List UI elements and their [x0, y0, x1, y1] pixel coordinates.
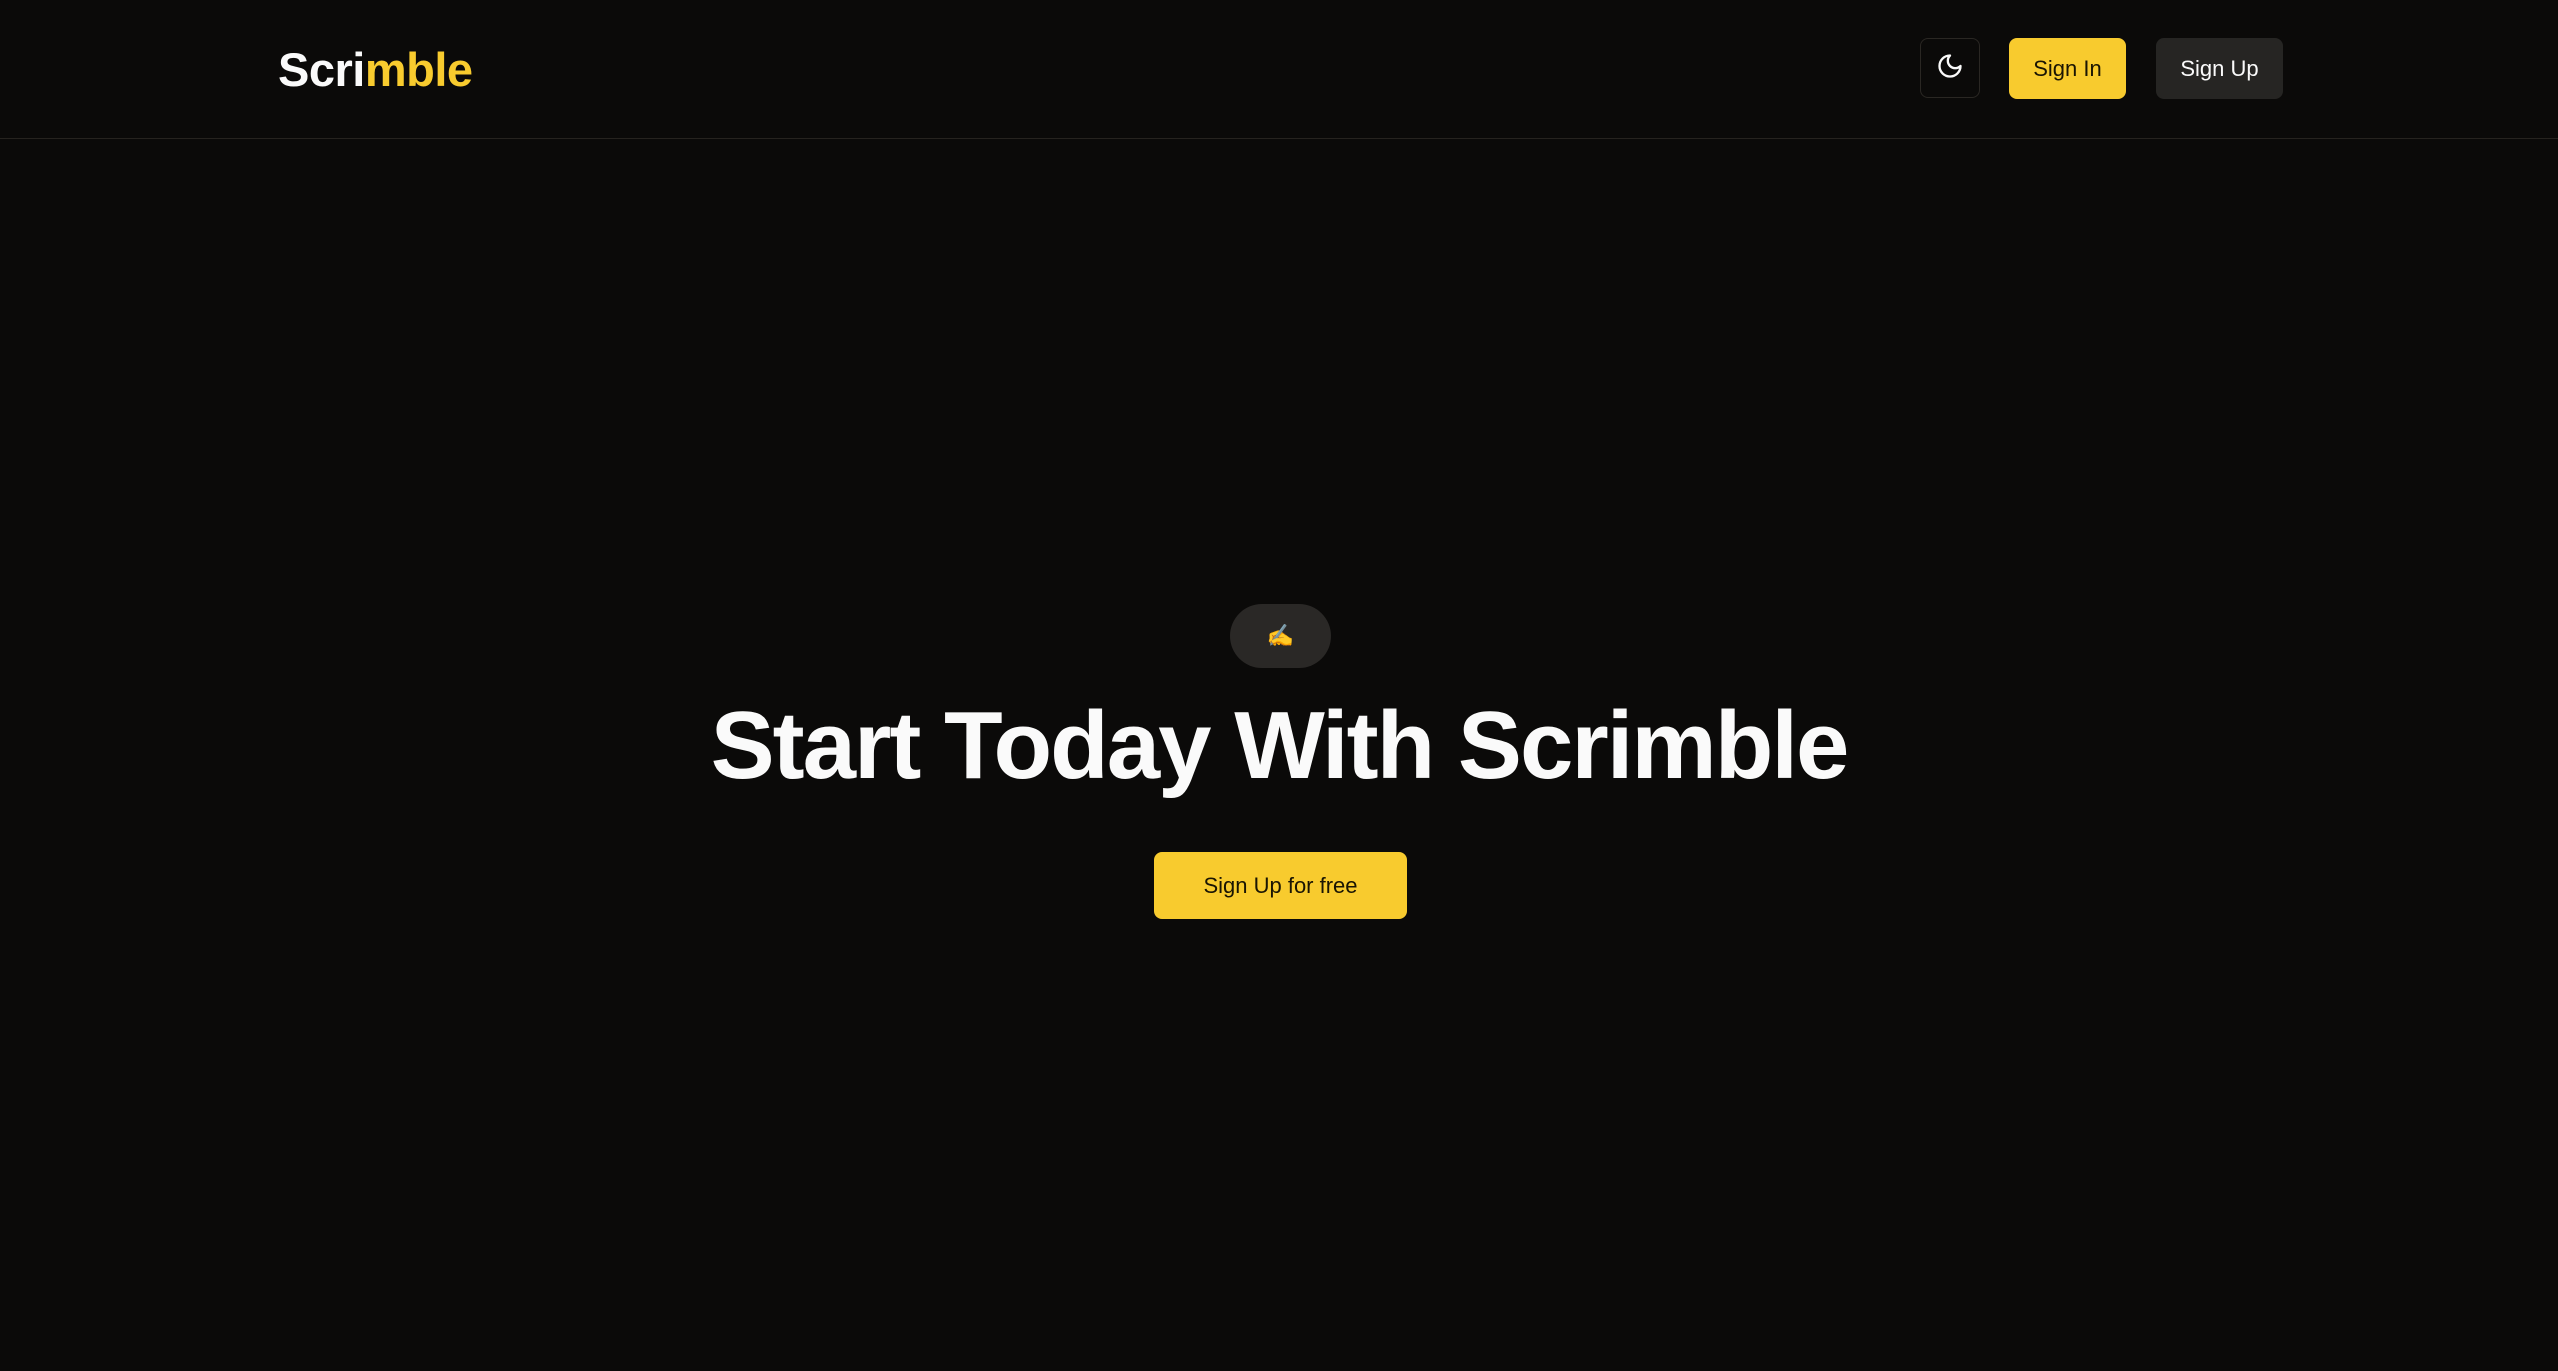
logo[interactable]: Scrimble [278, 38, 473, 102]
sign-up-free-button[interactable]: Sign Up for free [1154, 852, 1407, 919]
hero-title: Start Today With Scrimble [710, 692, 1850, 799]
writing-hand-badge: ✍️ [1230, 604, 1331, 668]
site-header: Scrimble Sign In Sign Up [0, 0, 2558, 139]
moon-icon [1936, 52, 1964, 85]
sign-up-button[interactable]: Sign Up [2156, 38, 2283, 99]
logo-text-part2: mble [364, 43, 473, 96]
writing-hand-icon: ✍️ [1266, 623, 1295, 648]
sign-in-button[interactable]: Sign In [2009, 38, 2126, 99]
logo-text-part1: Scri [278, 43, 365, 96]
theme-toggle-button[interactable] [1920, 38, 1980, 98]
